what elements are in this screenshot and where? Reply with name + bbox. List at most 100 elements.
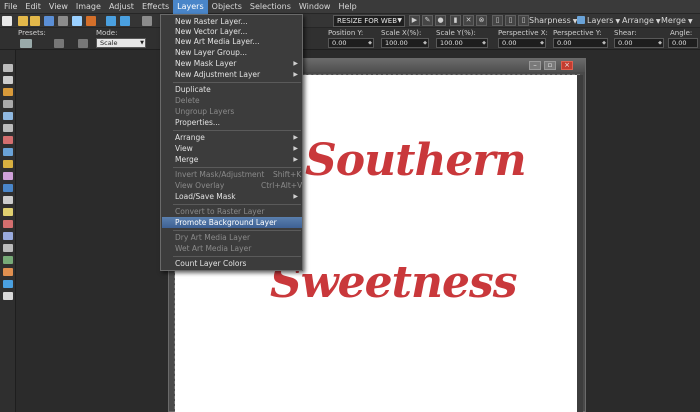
menu-item-convert-to-raster[interactable]: Convert to Raster Layer [175,207,264,217]
preset-shape-icon[interactable] [3,292,13,300]
arrange-menu[interactable]: Arrange ▼ [622,14,661,28]
menu-item-wet-art-media[interactable]: Wet Art Media Layer [175,244,251,254]
menu-selections[interactable]: Selections [246,0,295,14]
menu-item-dry-art-media[interactable]: Dry Art Media Layer [175,233,250,243]
red-eye-tool-icon[interactable] [3,160,13,168]
menu-layers[interactable]: Layers [173,0,208,14]
menu-item-new-adjustment-layer[interactable]: New Adjustment Layer [175,70,260,80]
run-script-button[interactable]: ▶ [409,15,420,26]
record-script-button[interactable]: ● [435,15,446,26]
menu-item-view[interactable]: View [175,144,193,154]
menu-item-new-vector-layer[interactable]: New Vector Layer... [175,27,247,37]
flood-fill-icon[interactable] [3,268,13,276]
shear-field[interactable]: 0.00 ◆ [614,38,664,48]
pick-tool-preset-icon[interactable] [20,39,32,48]
position-y-field[interactable]: 0.00 ◆ [328,38,374,48]
eraser-tool-icon[interactable] [3,256,13,264]
close-button[interactable]: × [561,61,573,70]
restore-button[interactable]: ▫ [544,61,556,70]
print-icon[interactable] [58,16,68,26]
zoom-tool-icon[interactable] [3,76,13,84]
menu-item-new-raster-layer[interactable]: New Raster Layer... [175,17,248,27]
menu-item-load-save-mask[interactable]: Load/Save Mask [175,192,236,202]
apply-icon[interactable] [78,39,88,48]
scan-icon[interactable] [72,16,82,26]
menu-effects[interactable]: Effects [138,0,173,14]
scale-x-field[interactable]: 100.00 ◆ [381,38,429,48]
text-tool-icon[interactable] [3,244,13,252]
presets-label: Presets: [18,29,46,37]
perspective-y-field[interactable]: 0.00 ◆ [553,38,608,48]
menu-separator [173,167,301,168]
minimize-button[interactable]: – [529,61,541,70]
settings-icon[interactable] [142,16,152,26]
pen-tool-icon[interactable] [3,280,13,288]
spinner-icon: ◆ [423,40,427,46]
angle-field[interactable]: 0.00 [668,38,698,48]
reset-icon[interactable] [54,39,64,48]
menu-item-new-mask-layer[interactable]: New Mask Layer [175,59,236,69]
scratch-remover-icon[interactable] [3,196,13,204]
scale-y-field[interactable]: 100.00 ◆ [436,38,488,48]
pause-script-button[interactable]: ▮ [450,15,461,26]
edit-script-button[interactable]: ✎ [422,15,433,26]
menu-image[interactable]: Image [72,0,105,14]
submenu-arrow-icon: ▶ [293,145,298,152]
menu-item-ungroup-layers[interactable]: Ungroup Layers [175,107,234,117]
menu-item-promote-background[interactable]: Promote Background Layer [175,218,277,228]
merge-menu[interactable]: Merge ▼ [661,14,693,28]
menu-view[interactable]: View [45,0,72,14]
airbrush-icon[interactable] [3,220,13,228]
menu-file[interactable]: File [0,0,21,14]
script-option3-button[interactable]: ▯ [518,15,529,26]
submenu-arrow-icon: ▶ [293,71,298,78]
menu-separator [173,230,301,231]
menu-item-properties[interactable]: Properties... [175,118,220,128]
stop-script-button[interactable]: ✕ [463,15,474,26]
layers-toolbar-menu[interactable]: Layers ▼ [577,14,620,28]
lighten-darken-icon[interactable] [3,232,13,240]
sharpness-menu[interactable]: Sharpness ▼ [529,14,577,28]
menu-item-new-layer-group[interactable]: New Layer Group... [175,48,247,58]
dropper-tool-icon[interactable] [3,124,13,132]
paint-brush-icon[interactable] [3,208,13,216]
menu-item-new-art-media-layer[interactable]: New Art Media Layer... [175,37,260,47]
straighten-tool-icon[interactable] [3,148,13,156]
save-icon[interactable] [44,16,54,26]
selection-tool-icon[interactable] [3,112,13,120]
menu-objects[interactable]: Objects [208,0,246,14]
submenu-arrow-icon: ▶ [293,193,298,200]
mode-select[interactable]: Scale ▼ [96,38,146,48]
script-option2-button[interactable]: ▯ [505,15,516,26]
menu-help[interactable]: Help [334,0,360,14]
move-tool-icon[interactable] [3,100,13,108]
menu-edit[interactable]: Edit [21,0,45,14]
pan-tool-icon[interactable] [3,64,13,72]
pick-tool-icon[interactable] [3,88,13,96]
menu-item-delete[interactable]: Delete [175,96,200,106]
undo-icon[interactable] [106,16,116,26]
redo-icon[interactable] [120,16,130,26]
crop-tool-icon[interactable] [3,136,13,144]
vertical-scrollbar[interactable] [577,75,583,412]
spinner-icon: ◆ [368,40,372,46]
clone-tool-icon[interactable] [3,184,13,192]
open-folder-icon[interactable] [18,16,28,26]
menu-item-merge[interactable]: Merge [175,155,198,165]
menu-item-arrange[interactable]: Arrange [175,133,205,143]
browse-icon[interactable] [30,16,40,26]
script-select[interactable]: RESIZE FOR WEB ▼ [333,15,405,27]
menu-window[interactable]: Window [295,0,335,14]
menu-adjust[interactable]: Adjust [105,0,138,14]
menu-item-duplicate[interactable]: Duplicate [175,85,211,95]
shear-label: Shear: [614,29,637,37]
makeover-tool-icon[interactable] [3,172,13,180]
perspective-x-field[interactable]: 0.00 ◆ [498,38,546,48]
menu-item-view-overlay[interactable]: View Overlay Ctrl+Alt+V [175,181,302,191]
cancel-script-button[interactable]: ⊗ [476,15,487,26]
menu-item-invert-mask[interactable]: Invert Mask/Adjustment Shift+K [175,170,301,180]
share-icon[interactable] [86,16,96,26]
menu-item-count-layer-colors[interactable]: Count Layer Colors [175,259,246,269]
new-file-icon[interactable] [2,16,12,26]
script-option-button[interactable]: ▯ [492,15,503,26]
